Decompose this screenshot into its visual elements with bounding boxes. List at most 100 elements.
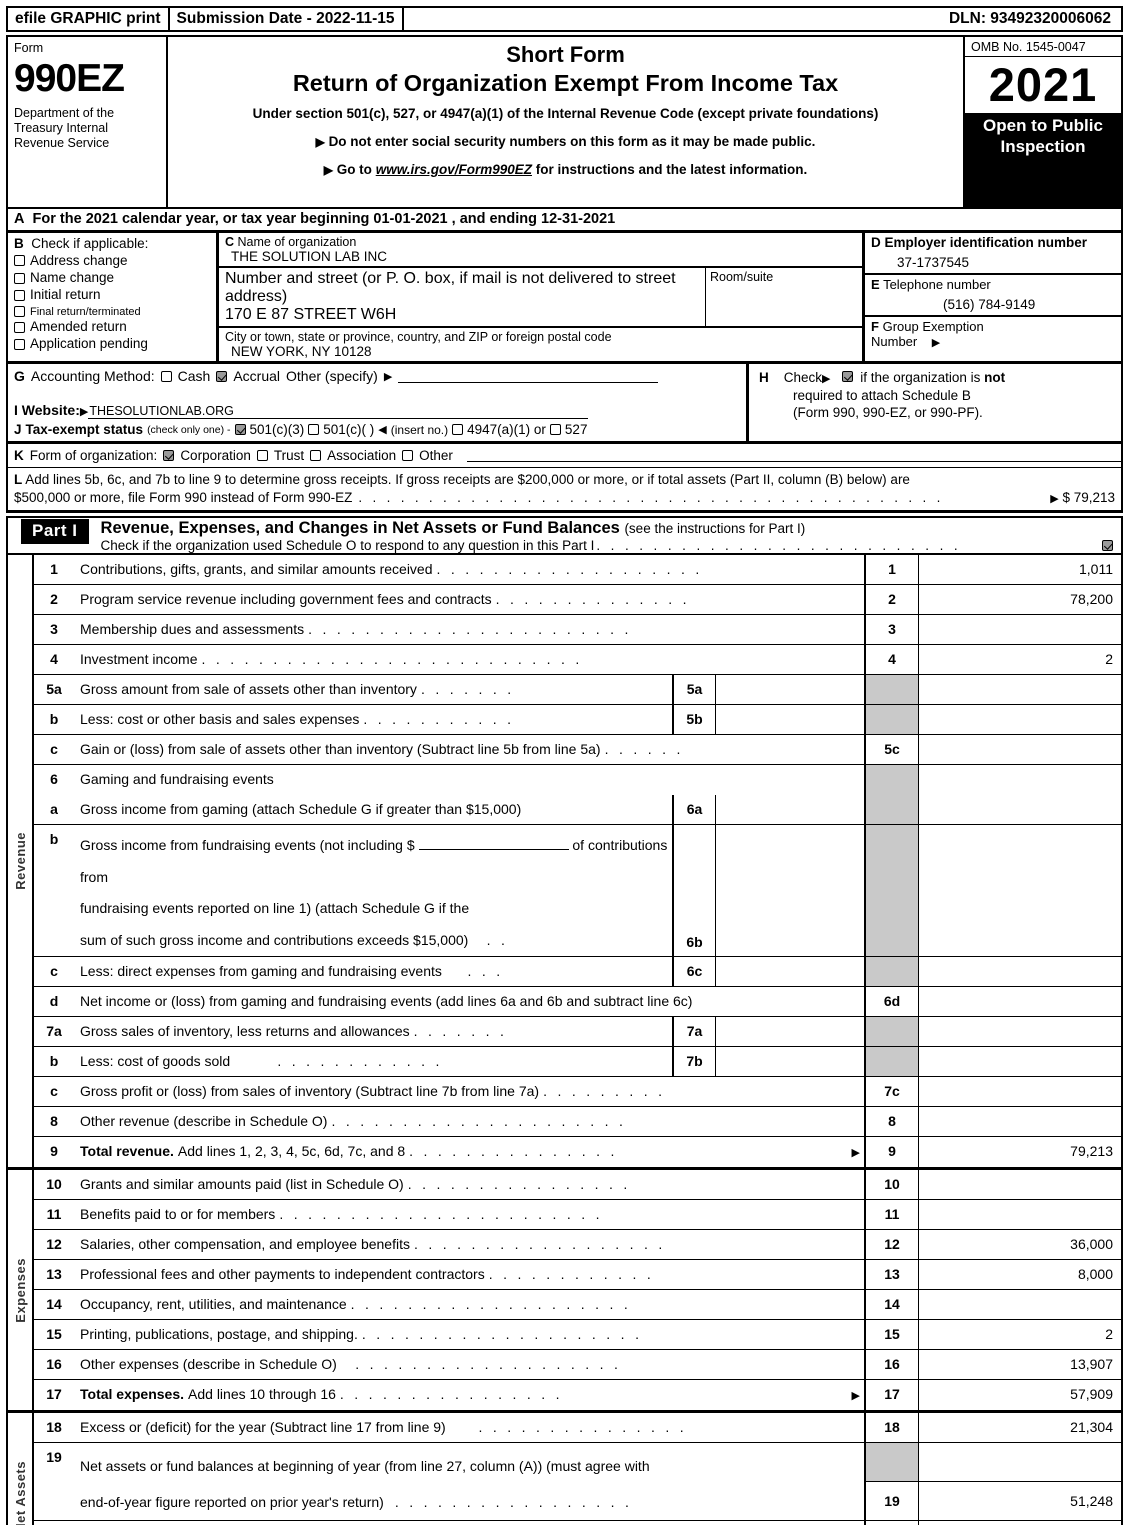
checkbox-trust-icon[interactable] xyxy=(256,450,268,461)
dot-leader: . . . . . . . . . . . . xyxy=(234,1053,443,1070)
checkbox-schedule-b-icon[interactable] xyxy=(841,371,853,382)
table-row: b Gross income from fundraising events (… xyxy=(34,825,1121,958)
row-description-line-1: Net assets or fund balances at beginning… xyxy=(80,1458,650,1475)
row-description: Gross income from fundraising events (no… xyxy=(74,825,672,956)
row-description-bold: Total revenue. xyxy=(80,1143,174,1160)
row-amount[interactable] xyxy=(918,735,1121,765)
section-l-text-1: Add lines 5b, 6c, and 7b to line 9 to de… xyxy=(25,472,910,487)
sub-amount-value[interactable] xyxy=(716,1017,864,1046)
section-d-ein: D Employer identification number 37-1737… xyxy=(865,233,1121,275)
row-amount[interactable] xyxy=(918,987,1121,1017)
checkbox-association-icon[interactable] xyxy=(310,450,322,461)
row-description: Gross profit or (loss) from sales of inv… xyxy=(74,1077,864,1106)
checkbox-icon[interactable] xyxy=(14,255,25,267)
street-room-row: Number and street (or P. O. box, if mail… xyxy=(219,268,862,328)
checkbox-icon[interactable] xyxy=(14,322,25,334)
sub-amount-value[interactable] xyxy=(716,957,864,986)
part-1-tag: Part I xyxy=(21,519,89,545)
row-amount[interactable]: 1,011 xyxy=(918,555,1121,585)
checkbox-address-change[interactable]: Address change xyxy=(14,253,216,269)
row-description-text: Gross profit or (loss) from sales of inv… xyxy=(80,1083,540,1100)
row-number: 17 xyxy=(46,1386,62,1403)
checkbox-part1-schedule-o-icon[interactable] xyxy=(1102,540,1113,552)
open-to-public-inspection-badge: Open to Public Inspection xyxy=(965,113,1121,207)
row-line-number: 2 xyxy=(864,585,918,615)
submission-date-label: Submission Date - 2022-11-15 xyxy=(170,8,404,30)
checkbox-final-return-terminated[interactable]: Final return/terminated xyxy=(14,306,216,318)
row-line-number: 14 xyxy=(864,1290,918,1320)
checkbox-corporation-icon[interactable] xyxy=(163,450,175,461)
checkbox-cash-icon[interactable] xyxy=(160,370,172,382)
checkbox-label: Name change xyxy=(30,269,115,285)
row-number: c xyxy=(50,1083,58,1100)
revenue-sidebar-label: Revenue xyxy=(8,555,34,1168)
row-amount[interactable]: 57,909 xyxy=(918,1380,1121,1411)
omb-year-block: OMB No. 1545-0047 2021 Open to Public In… xyxy=(965,37,1121,207)
insert-no-label: (insert no.) xyxy=(390,422,449,437)
group-exemption-label: F Group Exemption xyxy=(871,319,1121,334)
row-amount[interactable]: 0 xyxy=(918,1521,1121,1525)
checkbox-4947a1-icon[interactable] xyxy=(452,424,464,435)
line-19-amount-column: 51,248 xyxy=(918,1443,1121,1521)
revenue-section: Revenue 1 Contributions, gifts, grants, … xyxy=(8,555,1121,1171)
checkbox-501c-icon[interactable] xyxy=(308,424,320,435)
checkbox-icon[interactable] xyxy=(14,306,25,318)
section-h-text-1: if the organization is xyxy=(860,370,985,385)
form-identity-block: Form 990EZ Department of the Treasury In… xyxy=(8,37,168,207)
check-word-label: Check xyxy=(783,370,823,385)
row-amount[interactable]: 8,000 xyxy=(918,1260,1121,1290)
row-amount[interactable]: 2 xyxy=(918,1320,1121,1350)
telephone-label: E Telephone number xyxy=(871,277,1121,292)
sub-amount-value[interactable] xyxy=(716,705,864,734)
row-amount[interactable]: 13,907 xyxy=(918,1350,1121,1380)
checkbox-amended-return[interactable]: Amended return xyxy=(14,319,216,335)
row-amount[interactable]: 79,213 xyxy=(918,1137,1121,1168)
website-value[interactable]: THESOLUTIONLAB.ORG xyxy=(88,404,589,419)
row-amount[interactable] xyxy=(918,615,1121,645)
fundraising-contributions-input[interactable] xyxy=(418,838,569,851)
sub-amount-value[interactable] xyxy=(716,675,864,704)
sub-amount-value[interactable] xyxy=(716,795,864,824)
sub-amount-cell: 7a xyxy=(672,1017,864,1047)
table-row: 18 Excess or (deficit) for the year (Sub… xyxy=(34,1413,1121,1444)
checkbox-accrual-icon[interactable] xyxy=(216,370,228,382)
row-amount[interactable]: 36,000 xyxy=(918,1230,1121,1260)
triangle-bullet-icon: ▶ xyxy=(315,135,325,149)
expenses-sidebar-label: Expenses xyxy=(8,1170,34,1411)
irs-form990ez-link[interactable]: www.irs.gov/Form990EZ xyxy=(376,162,532,177)
row-description: Less: cost or other basis and sales expe… xyxy=(74,705,672,734)
table-row: 20 Other changes in net assets or fund b… xyxy=(34,1521,1121,1525)
row-amount[interactable]: 78,200 xyxy=(918,585,1121,615)
room-suite-cell: Room/suite xyxy=(705,268,862,326)
checkbox-icon[interactable] xyxy=(14,272,25,284)
dot-leader: . . . . . . . . . . . . . . . . . . xyxy=(413,1236,666,1253)
row-line-number: 15 xyxy=(864,1320,918,1350)
row-amount[interactable] xyxy=(918,1077,1121,1107)
other-org-input[interactable] xyxy=(466,450,1121,462)
checkbox-other-icon[interactable] xyxy=(402,450,414,461)
row-amount[interactable]: 2 xyxy=(918,645,1121,675)
part-1-title-note: (see the instructions for Part I) xyxy=(624,521,806,537)
row-amount[interactable]: 51,248 xyxy=(919,1482,1121,1520)
row-amount[interactable]: 21,304 xyxy=(918,1413,1121,1443)
checkbox-icon[interactable] xyxy=(14,339,25,351)
other-specify-input[interactable] xyxy=(398,370,659,383)
row-amount[interactable] xyxy=(918,1200,1121,1230)
checkbox-application-pending[interactable]: Application pending xyxy=(14,337,216,352)
dot-leader: . . . . . . . . . . . . . . . . . . . . … xyxy=(308,621,632,638)
section-h-letter: H xyxy=(759,370,769,385)
row-number: 20 xyxy=(34,1521,74,1525)
expenses-section: Expenses 10 Grants and similar amounts p… xyxy=(8,1170,1121,1414)
section-d-letter: D xyxy=(871,235,881,250)
sub-amount-value[interactable] xyxy=(716,1047,864,1076)
checkbox-initial-return[interactable]: Initial return xyxy=(14,287,216,303)
row-amount[interactable] xyxy=(918,1107,1121,1137)
row-description-text: Add lines 1, 2, 3, 4, 5c, 6d, 7c, and 8 xyxy=(177,1143,406,1160)
checkbox-icon[interactable] xyxy=(14,290,25,302)
row-amount[interactable] xyxy=(918,1170,1121,1200)
checkbox-501c3-icon[interactable] xyxy=(234,424,246,435)
row-amount[interactable] xyxy=(918,1290,1121,1320)
form-title-block: Short Form Return of Organization Exempt… xyxy=(168,37,965,207)
checkbox-527-icon[interactable] xyxy=(549,424,561,435)
checkbox-name-change[interactable]: Name change xyxy=(14,269,216,286)
